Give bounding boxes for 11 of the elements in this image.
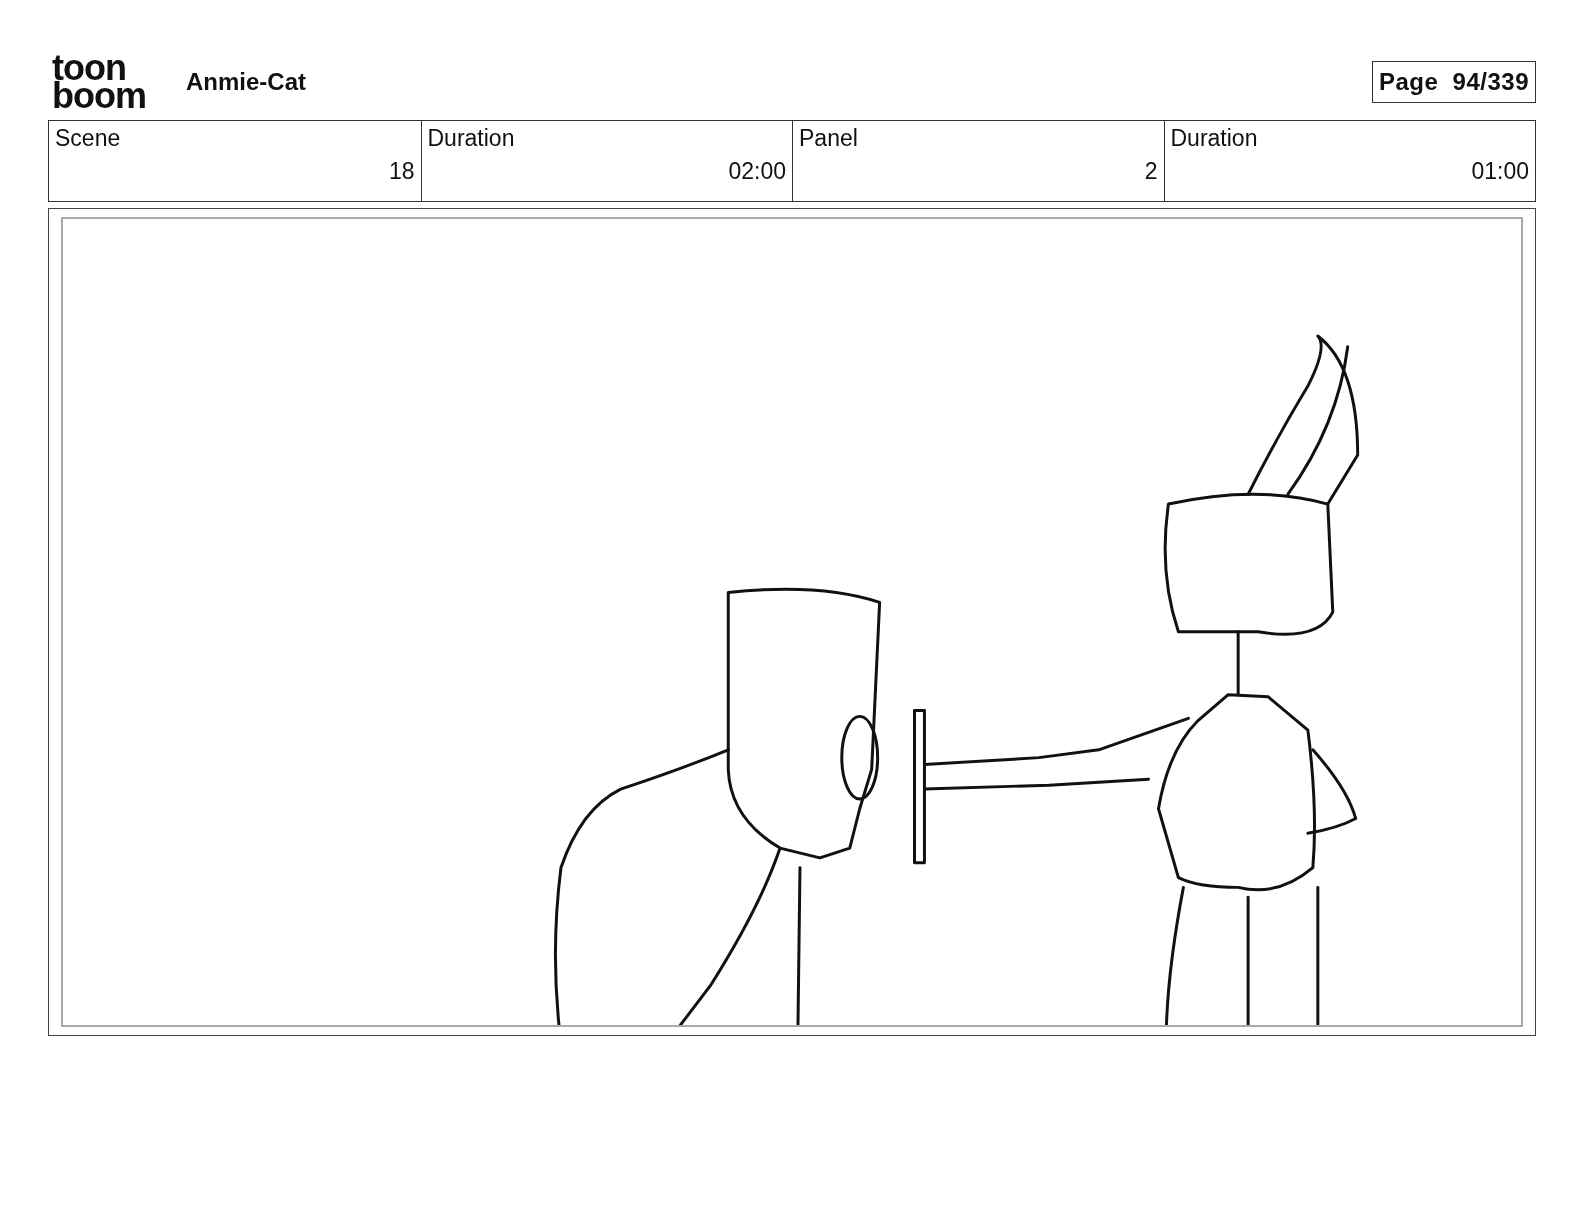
table-cell: 18 <box>388 158 415 185</box>
logo: toon boom <box>52 54 147 110</box>
table-cell: 02:00 <box>728 158 786 185</box>
column-header: Duration <box>1170 125 1258 152</box>
table-cell: 01:00 <box>1471 158 1529 185</box>
page-number: Page 94/339 <box>1371 61 1536 103</box>
column-header: Duration <box>427 125 515 152</box>
project-title: Anmie-Cat <box>186 68 306 96</box>
column-header: Scene <box>55 125 121 152</box>
table-cell: 2 <box>1144 158 1158 185</box>
column-header: Panel <box>799 125 858 152</box>
